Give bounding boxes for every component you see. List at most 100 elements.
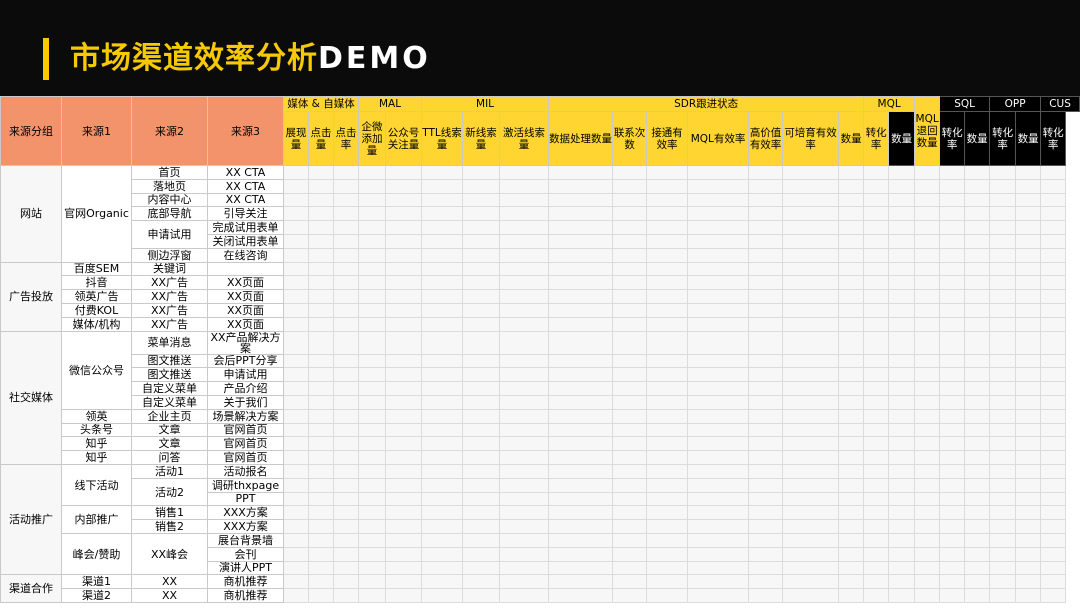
metric-cell[interactable] xyxy=(687,275,750,291)
metric-cell[interactable] xyxy=(421,532,464,548)
metric-cell[interactable] xyxy=(989,220,1017,235)
metric-cell[interactable] xyxy=(421,192,464,208)
metric-cell[interactable] xyxy=(1040,519,1067,534)
metric-cell[interactable] xyxy=(1040,165,1067,180)
metric-cell[interactable] xyxy=(914,574,941,590)
metric-cell[interactable] xyxy=(385,463,423,479)
metric-cell[interactable] xyxy=(308,220,334,235)
metric-cell[interactable] xyxy=(332,381,360,396)
metric-cell[interactable] xyxy=(838,408,865,424)
metric-cell[interactable] xyxy=(914,546,941,562)
metric-cell[interactable] xyxy=(687,233,750,249)
metric-cell[interactable] xyxy=(687,165,750,180)
metric-cell[interactable] xyxy=(358,330,387,355)
metric-cell[interactable] xyxy=(308,588,334,603)
metric-cell[interactable] xyxy=(914,519,941,534)
metric-cell[interactable] xyxy=(1015,588,1042,603)
metric-cell[interactable] xyxy=(687,463,750,479)
metric-cell[interactable] xyxy=(863,574,890,590)
metric-cell[interactable] xyxy=(646,491,689,507)
metric-cell[interactable] xyxy=(939,353,966,369)
metric-cell[interactable] xyxy=(748,330,784,355)
metric-cell[interactable] xyxy=(358,261,387,277)
metric-cell[interactable] xyxy=(548,546,614,562)
metric-cell[interactable] xyxy=(748,436,784,452)
metric-cell[interactable] xyxy=(283,330,309,355)
metric-cell[interactable] xyxy=(964,178,991,194)
metric-cell[interactable] xyxy=(782,165,840,180)
metric-cell[interactable] xyxy=(838,574,865,590)
metric-cell[interactable] xyxy=(687,192,750,208)
metric-cell[interactable] xyxy=(332,532,360,548)
metric-cell[interactable] xyxy=(1040,408,1067,424)
metric-cell[interactable] xyxy=(1040,436,1067,452)
metric-cell[interactable] xyxy=(1040,588,1067,603)
metric-cell[interactable] xyxy=(548,408,614,424)
metric-cell[interactable] xyxy=(612,505,648,521)
metric-cell[interactable] xyxy=(964,450,991,465)
metric-cell[interactable] xyxy=(782,505,840,521)
metric-cell[interactable] xyxy=(385,560,423,576)
metric-cell[interactable] xyxy=(499,574,550,590)
metric-cell[interactable] xyxy=(782,588,840,603)
metric-cell[interactable] xyxy=(548,422,614,438)
metric-cell[interactable] xyxy=(888,192,916,208)
metric-cell[interactable] xyxy=(939,302,966,318)
metric-cell[interactable] xyxy=(385,574,423,590)
metric-cell[interactable] xyxy=(646,289,689,304)
metric-cell[interactable] xyxy=(308,394,334,410)
metric-cell[interactable] xyxy=(462,546,501,562)
metric-cell[interactable] xyxy=(939,206,966,222)
metric-cell[interactable] xyxy=(308,436,334,452)
metric-cell[interactable] xyxy=(646,408,689,424)
metric-cell[interactable] xyxy=(964,408,991,424)
metric-cell[interactable] xyxy=(939,192,966,208)
metric-cell[interactable] xyxy=(888,302,916,318)
metric-cell[interactable] xyxy=(358,505,387,521)
metric-cell[interactable] xyxy=(612,316,648,332)
metric-cell[interactable] xyxy=(332,330,360,355)
metric-cell[interactable] xyxy=(421,408,464,424)
metric-cell[interactable] xyxy=(964,394,991,410)
metric-cell[interactable] xyxy=(782,367,840,383)
metric-cell[interactable] xyxy=(1015,505,1042,521)
metric-cell[interactable] xyxy=(421,394,464,410)
metric-cell[interactable] xyxy=(462,289,501,304)
metric-cell[interactable] xyxy=(914,463,941,479)
metric-cell[interactable] xyxy=(1040,330,1067,355)
metric-cell[interactable] xyxy=(838,381,865,396)
metric-cell[interactable] xyxy=(421,436,464,452)
metric-cell[interactable] xyxy=(646,302,689,318)
metric-cell[interactable] xyxy=(462,302,501,318)
metric-cell[interactable] xyxy=(283,353,309,369)
metric-cell[interactable] xyxy=(748,220,784,235)
metric-cell[interactable] xyxy=(888,330,916,355)
metric-cell[interactable] xyxy=(385,519,423,534)
metric-cell[interactable] xyxy=(1015,165,1042,180)
metric-cell[interactable] xyxy=(748,505,784,521)
metric-cell[interactable] xyxy=(863,367,890,383)
metric-cell[interactable] xyxy=(385,275,423,291)
metric-cell[interactable] xyxy=(308,367,334,383)
metric-cell[interactable] xyxy=(385,408,423,424)
metric-cell[interactable] xyxy=(989,178,1017,194)
metric-cell[interactable] xyxy=(748,519,784,534)
metric-cell[interactable] xyxy=(646,178,689,194)
metric-cell[interactable] xyxy=(421,560,464,576)
metric-cell[interactable] xyxy=(748,192,784,208)
metric-cell[interactable] xyxy=(687,178,750,194)
metric-cell[interactable] xyxy=(385,261,423,277)
metric-cell[interactable] xyxy=(888,220,916,235)
metric-cell[interactable] xyxy=(612,491,648,507)
metric-cell[interactable] xyxy=(782,463,840,479)
metric-cell[interactable] xyxy=(646,450,689,465)
metric-cell[interactable] xyxy=(863,408,890,424)
metric-cell[interactable] xyxy=(1015,289,1042,304)
metric-cell[interactable] xyxy=(385,302,423,318)
metric-cell[interactable] xyxy=(888,408,916,424)
metric-cell[interactable] xyxy=(838,192,865,208)
metric-cell[interactable] xyxy=(462,233,501,249)
metric-cell[interactable] xyxy=(548,261,614,277)
metric-cell[interactable] xyxy=(1015,220,1042,235)
metric-cell[interactable] xyxy=(308,422,334,438)
